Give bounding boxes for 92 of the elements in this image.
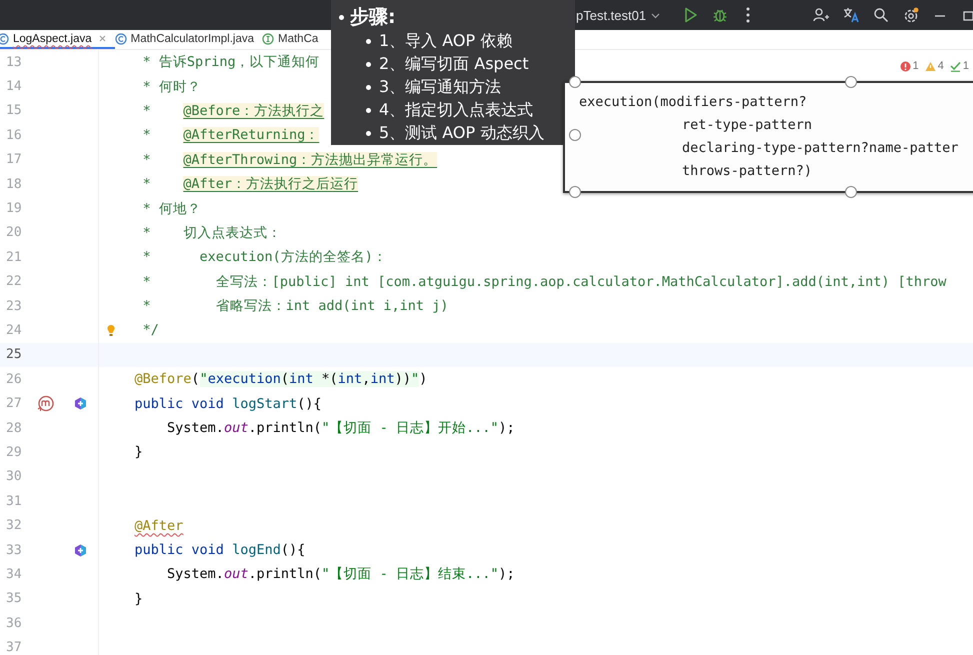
line-number: 36 (5, 616, 23, 631)
bullet-dot (366, 131, 371, 136)
line-number: 13 (5, 54, 23, 70)
syntax-line: execution(modifiers-pattern? (579, 93, 808, 112)
resize-handle[interactable] (569, 186, 581, 198)
code-line: @After (134, 518, 184, 534)
more-options-icon[interactable] (746, 7, 750, 23)
bullet-dot (366, 85, 371, 90)
line-number: 32 (5, 518, 23, 534)
code-line: * @AfterThrowing：方法抛出异常运行。 (142, 150, 438, 169)
bullet-dot (339, 14, 344, 20)
resize-handle[interactable] (845, 186, 857, 198)
class-icon (114, 32, 127, 44)
step-item: 1、导入 AOP 依赖 (379, 31, 512, 52)
syntax-line: throws-pattern?) (681, 162, 814, 181)
code-line: System.out.println("【切面 - 日志】结束..."); (167, 565, 515, 584)
debug-icon[interactable] (712, 7, 728, 23)
line-number: 25 (5, 347, 23, 362)
bullet-dot (366, 39, 371, 44)
resize-handle[interactable] (569, 129, 581, 141)
check-icon (950, 60, 961, 72)
code-line: } (134, 590, 143, 607)
line-number: 31 (5, 494, 23, 509)
editor-tab[interactable]: MathCa (262, 30, 326, 49)
code-line: * @AfterReturning： (142, 126, 320, 144)
line-number: 15 (5, 103, 23, 118)
line-number: 20 (5, 225, 23, 240)
code-line: * 切入点表达式： (142, 224, 282, 242)
code-line: * 告诉Spring，以下通知何 (142, 53, 320, 72)
line-number: 22 (5, 274, 23, 290)
line-number: 29 (5, 444, 23, 460)
line-number: 17 (5, 152, 23, 168)
step-item: 2、编写切面 Aspect (379, 54, 529, 75)
line-number: 35 (5, 591, 23, 606)
code-line: @Before("execution(int *(int,int))") (134, 371, 428, 388)
code-line: public void logEnd(){ (134, 542, 306, 558)
line-number: 34 (5, 566, 23, 582)
syntax-line: declaring-type-pattern?name-patter (681, 139, 960, 158)
line-number: 26 (5, 372, 23, 387)
editor-tab[interactable]: MathCalculatorImpl.java (114, 30, 262, 49)
line-number: 28 (5, 420, 23, 436)
code-line: System.out.println("【切面 - 日志】开始..."); (167, 419, 515, 438)
lightbulb-icon[interactable] (106, 324, 116, 336)
line-number: 18 (5, 176, 23, 192)
steps-title: 步骤: (350, 5, 396, 30)
run-configuration-dropdown[interactable]: pTest.test01 (576, 8, 660, 22)
code-line: * 何时？ (142, 78, 201, 96)
close-icon[interactable] (98, 34, 107, 43)
error-icon (900, 60, 911, 72)
step-item: 5、测试 AOP 动态织入 (379, 123, 544, 144)
problem-count: 1 (912, 60, 919, 72)
code-line: public void logStart(){ (134, 396, 322, 412)
advice-marker-icon[interactable] (74, 544, 87, 556)
line-number: 16 (5, 128, 23, 143)
translate-icon[interactable] (843, 7, 859, 23)
editor-tab[interactable]: LogAspect.java (0, 30, 115, 49)
step-item: 4、指定切入点表达式 (379, 100, 534, 121)
line-number: 14 (5, 79, 23, 94)
bullet-dot (366, 108, 371, 113)
line-number: 24 (5, 322, 23, 338)
method-marker-icon[interactable] (37, 395, 55, 412)
line-number: 33 (5, 542, 23, 558)
problem-count: 4 (938, 60, 944, 72)
line-number: 37 (5, 640, 23, 655)
code-line: * execution(方法的全签名)： (142, 248, 387, 266)
chevron-down-icon (651, 12, 660, 18)
syntax-line: ret-type-pattern (681, 116, 814, 135)
step-item: 3、编写通知方法 (379, 77, 502, 98)
line-number: 30 (5, 469, 23, 484)
line-number: 23 (5, 298, 23, 314)
code-line: * 省略写法：int add(int i,int j) (142, 297, 448, 316)
add-user-icon[interactable] (813, 7, 829, 23)
code-line: * 全写法：[public] int [com.atguigu.spring.aop.calculator.MathCalculator].add(int,int) [throw (142, 272, 946, 291)
settings-icon[interactable] (903, 7, 919, 23)
line-number: 19 (5, 201, 23, 216)
warning-icon (924, 60, 936, 72)
run-icon[interactable] (684, 7, 698, 23)
class-icon (0, 32, 9, 44)
code-line: */ (142, 322, 159, 338)
problem-count: 1 (962, 60, 969, 72)
line-number: 27 (5, 396, 23, 412)
code-line: * @After：方法执行之后运行 (142, 175, 358, 194)
resize-handle[interactable] (569, 76, 581, 88)
interface-icon (262, 32, 274, 44)
advice-marker-icon[interactable] (74, 397, 87, 410)
line-number: 21 (5, 250, 23, 265)
code-line: * @Before：方法执行之 (142, 102, 324, 120)
code-line: * 何地？ (142, 200, 201, 218)
search-icon[interactable] (873, 7, 889, 23)
bullet-dot (366, 62, 371, 67)
code-line: } (134, 444, 143, 460)
resize-handle[interactable] (845, 76, 857, 88)
